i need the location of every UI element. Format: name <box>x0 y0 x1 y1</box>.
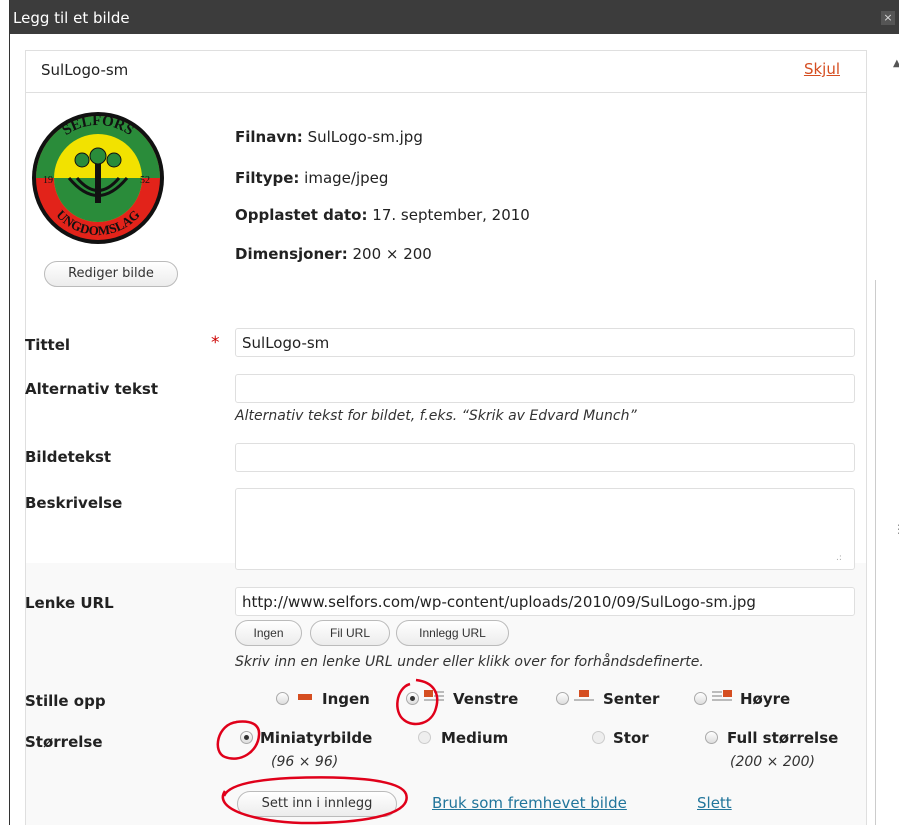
alt-text-label: Alternativ tekst <box>25 380 159 398</box>
scroll-up-icon[interactable]: ▲ <box>893 58 899 69</box>
logo-year-left: 19 <box>43 175 53 186</box>
size-large-label[interactable]: Stor <box>613 729 649 747</box>
image-thumbnail: SELFORS UNGDOMSLAG 19 52 <box>32 112 164 244</box>
align-center-radio[interactable] <box>556 692 569 705</box>
edit-image-button[interactable]: Rediger bilde <box>44 261 178 287</box>
align-none-icon <box>298 694 312 700</box>
link-none-button[interactable]: Ingen <box>235 620 302 646</box>
size-thumbnail-label[interactable]: Miniatyrbilde <box>260 729 372 747</box>
required-marker: * <box>211 333 220 353</box>
textarea-resize-icon[interactable]: .: <box>836 553 842 563</box>
left-edge <box>0 0 10 825</box>
size-full-dims: (200 × 200) <box>730 754 815 770</box>
dimensions-value: 200 × 200 <box>352 245 432 263</box>
align-right-radio[interactable] <box>694 692 707 705</box>
align-left-label[interactable]: Venstre <box>453 690 518 708</box>
filename-row: Filnavn: SulLogo-sm.jpg <box>235 128 423 146</box>
link-url-help: Skriv inn en lenke URL under eller klikk… <box>235 654 704 670</box>
align-left-radio[interactable] <box>406 692 419 705</box>
align-center-icon <box>574 690 594 701</box>
resize-grip-icon[interactable]: ⋮ <box>893 522 899 536</box>
link-url-input[interactable]: http://www.selfors.com/wp-content/upload… <box>235 587 855 616</box>
dialog-title: Legg til et bilde <box>13 9 130 27</box>
align-center-label[interactable]: Senter <box>603 690 659 708</box>
panel-header: SulLogo-sm Skjul <box>26 51 866 93</box>
hide-link[interactable]: Skjul <box>804 60 840 78</box>
set-featured-image-link[interactable]: Bruk som fremhevet bilde <box>432 794 627 812</box>
size-medium-radio[interactable] <box>418 731 431 744</box>
title-label: Tittel <box>25 336 71 354</box>
size-large-radio[interactable] <box>592 731 605 744</box>
align-none-radio[interactable] <box>276 692 289 705</box>
uploaded-row: Opplastet dato: 17. september, 2010 <box>235 206 530 224</box>
dimensions-label: Dimensjoner: <box>235 245 348 263</box>
size-label: Størrelse <box>25 733 103 751</box>
link-file-url-button[interactable]: Fil URL <box>310 620 390 646</box>
uploaded-label: Opplastet dato: <box>235 206 368 224</box>
logo-year-right: 52 <box>140 175 150 186</box>
scrollbar[interactable] <box>875 280 876 825</box>
caption-label: Bildetekst <box>25 448 112 466</box>
dimensions-row: Dimensjoner: 200 × 200 <box>235 245 432 263</box>
uploaded-value: 17. september, 2010 <box>372 206 530 224</box>
description-textarea[interactable] <box>235 488 855 570</box>
dialog-titlebar: Legg til et bilde × <box>10 0 899 34</box>
align-right-label[interactable]: Høyre <box>740 690 790 708</box>
attachment-name: SulLogo-sm <box>41 61 129 79</box>
size-medium-label[interactable]: Medium <box>441 729 508 747</box>
insert-into-post-button[interactable]: Sett inn i innlegg <box>237 791 397 817</box>
size-full-radio[interactable] <box>705 731 718 744</box>
align-none-label[interactable]: Ingen <box>322 690 370 708</box>
description-label: Beskrivelse <box>25 494 123 512</box>
filename-label: Filnavn: <box>235 128 303 146</box>
link-url-label: Lenke URL <box>25 594 114 612</box>
filename-value: SulLogo-sm.jpg <box>307 128 423 146</box>
align-right-icon <box>712 690 732 701</box>
size-full-label[interactable]: Full størrelse <box>727 729 838 747</box>
close-icon[interactable]: × <box>881 11 895 25</box>
filetype-value: image/jpeg <box>304 169 389 187</box>
filetype-label: Filtype: <box>235 169 300 187</box>
filetype-row: Filtype: image/jpeg <box>235 169 388 187</box>
link-post-url-button[interactable]: Innlegg URL <box>396 620 509 646</box>
size-thumbnail-dims: (96 × 96) <box>271 754 339 770</box>
align-left-icon <box>424 690 444 701</box>
title-input[interactable]: SulLogo-sm <box>235 328 855 357</box>
align-label: Stille opp <box>25 692 106 710</box>
caption-input[interactable] <box>235 443 855 472</box>
size-thumbnail-radio[interactable] <box>240 731 253 744</box>
delete-link[interactable]: Slett <box>697 794 732 812</box>
alt-text-help: Alternativ tekst for bildet, f.eks. “Skr… <box>235 408 637 424</box>
alt-text-input[interactable] <box>235 374 855 403</box>
